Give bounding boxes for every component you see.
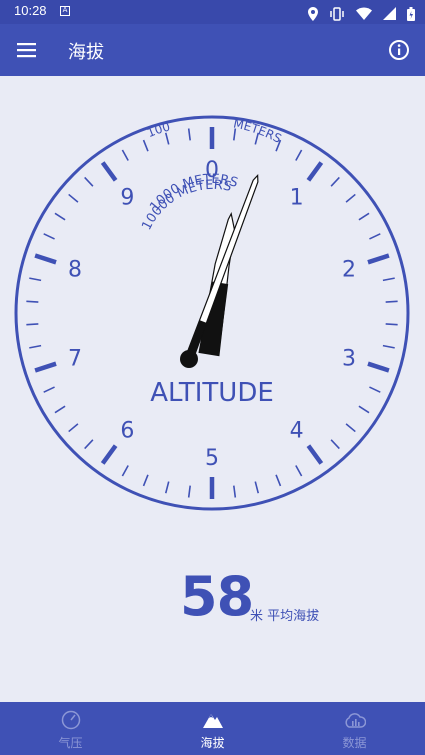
- dial-number: 2: [342, 258, 356, 283]
- nav-item-data[interactable]: 数据: [284, 702, 425, 755]
- altimeter-dial: 0123456789 100 METERS 1000 METERS 10000 …: [14, 115, 410, 511]
- altimeter-gauge: 0123456789 100 METERS 1000 METERS 10000 …: [0, 76, 425, 516]
- location-icon: [307, 6, 318, 21]
- dial-number: 7: [68, 346, 82, 371]
- app-bar: 海拔: [0, 24, 425, 76]
- dial-number: 6: [120, 418, 134, 443]
- gauge-icon: [61, 710, 80, 730]
- page-title: 海拔: [68, 42, 104, 63]
- minor-tick: [26, 300, 39, 303]
- nav-item-altitude[interactable]: 海拔: [142, 702, 283, 755]
- bottom-navigation: 气压 海拔 数据: [0, 702, 425, 755]
- vibrate-icon: [329, 6, 344, 21]
- dial-number: 3: [342, 346, 356, 371]
- minor-tick: [385, 323, 398, 326]
- notification-a-icon: A: [60, 6, 70, 16]
- dial-number: 8: [68, 258, 82, 283]
- battery-icon: [407, 6, 415, 21]
- nav-label-pressure: 气压: [58, 736, 83, 750]
- altitude-unit-label: 米 平均海拔: [250, 609, 320, 624]
- status-icons: [302, 3, 415, 21]
- mountain-icon: [202, 714, 223, 728]
- nav-label-altitude: 海拔: [200, 736, 225, 750]
- cloud-chart-icon: [344, 713, 366, 728]
- dial-number: 4: [290, 418, 304, 443]
- altitude-readout: 58 米 平均海拔: [0, 565, 425, 635]
- wifi-icon: [355, 7, 372, 20]
- menu-button[interactable]: [14, 36, 42, 64]
- minor-tick: [385, 300, 398, 303]
- dial-number: 9: [120, 186, 134, 211]
- dial-number: 1: [290, 186, 304, 211]
- center-label: ALTITUDE: [150, 378, 274, 408]
- signal-icon: [382, 7, 396, 20]
- minor-tick: [26, 323, 39, 326]
- nav-label-data: 数据: [342, 736, 367, 750]
- status-bar: 10:28 A: [0, 0, 425, 24]
- altitude-value: 58: [180, 565, 254, 628]
- needle-hub: [180, 350, 198, 368]
- info-icon: [389, 40, 409, 60]
- nav-item-pressure[interactable]: 气压: [0, 702, 141, 755]
- status-time: 10:28: [14, 3, 47, 18]
- menu-icon: [17, 43, 36, 58]
- dial-number: 5: [205, 446, 219, 471]
- info-button[interactable]: [385, 36, 413, 64]
